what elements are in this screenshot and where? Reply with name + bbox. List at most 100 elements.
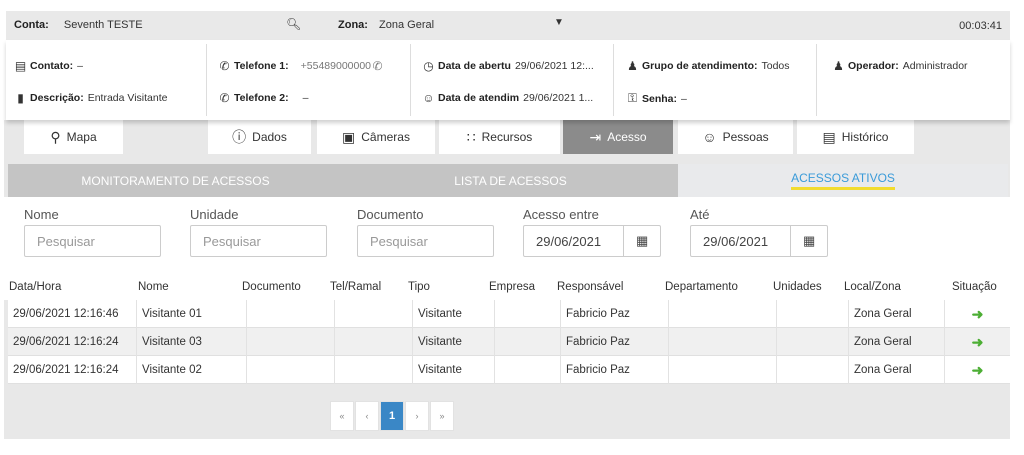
cell-documento bbox=[247, 328, 335, 356]
table-row[interactable]: 29/06/2021 12:16:24 Visitante 03 Visitan… bbox=[8, 328, 1010, 356]
timer: 00:03:41 bbox=[959, 20, 1002, 32]
zone-selector[interactable]: Zona: Zona Geral bbox=[338, 19, 434, 31]
table-header: Data/Hora Nome Documento Tel/Ramal Tipo … bbox=[4, 277, 1010, 300]
tab-label: Recursos bbox=[481, 130, 533, 144]
operador-field: ♟ Operador: Administrador bbox=[832, 59, 968, 73]
tab-mapa[interactable]: ⚲ Mapa bbox=[24, 120, 123, 154]
cell-local: Zona Geral bbox=[849, 356, 945, 384]
cell-documento bbox=[247, 356, 335, 384]
operador-label: Operador: bbox=[848, 60, 899, 72]
divider bbox=[613, 44, 614, 116]
first-page-button[interactable]: « bbox=[330, 401, 354, 431]
cell-unidades bbox=[777, 356, 849, 384]
contato-label: Contato: bbox=[30, 60, 74, 72]
zone-label: Zona: bbox=[338, 19, 368, 31]
grupo-field: ♟ Grupo de atendimento: Todos bbox=[626, 59, 790, 73]
user-icon: ♟ bbox=[833, 59, 844, 73]
documento-input[interactable]: Pesquisar bbox=[357, 225, 494, 257]
cell-departamento bbox=[669, 356, 777, 384]
table-row[interactable]: 29/06/2021 12:16:24 Visitante 02 Visitan… bbox=[8, 356, 1010, 384]
column-header[interactable]: Data/Hora bbox=[9, 281, 61, 293]
document-icon: ▮ bbox=[17, 91, 24, 105]
ate-date[interactable]: 29/06/2021 ▦ bbox=[690, 225, 828, 257]
users-icon: ♟ bbox=[627, 59, 638, 73]
subtabs: MONITORAMENTO DE ACESSOS LISTA DE ACESSO… bbox=[8, 164, 1008, 197]
tab-cameras[interactable]: ▣ Câmeras bbox=[317, 120, 435, 154]
cell-datahora: 29/06/2021 12:16:24 bbox=[8, 328, 137, 356]
grupo-label: Grupo de atendimento: bbox=[642, 60, 758, 72]
prev-page-button[interactable]: ‹ bbox=[355, 401, 379, 431]
subtab-ativos[interactable]: ACESSOS ATIVOS bbox=[678, 164, 1008, 197]
column-header[interactable]: Tipo bbox=[408, 281, 430, 293]
senha-field: ⚿ Senha: – bbox=[626, 91, 687, 106]
subtab-label: MONITORAMENTO DE ACESSOS bbox=[81, 173, 270, 188]
sign-in-icon[interactable]: ➜ bbox=[945, 328, 1010, 356]
divider bbox=[410, 44, 411, 116]
column-header[interactable]: Departamento bbox=[665, 281, 738, 293]
cell-nome: Visitante 01 bbox=[137, 300, 247, 328]
cell-empresa bbox=[495, 356, 561, 384]
column-header[interactable]: Nome bbox=[138, 281, 169, 293]
acesso-entre-date[interactable]: 29/06/2021 ▦ bbox=[523, 225, 661, 257]
cell-tipo: Visitante bbox=[413, 300, 495, 328]
column-header[interactable]: Situação bbox=[952, 281, 997, 293]
tab-label: Acesso bbox=[607, 130, 647, 144]
descricao-field: ▮ Descrição: Entrada Visitante bbox=[14, 91, 167, 105]
event-info-panel: ▤ Contato: – ▮ Descrição: Entrada Visita… bbox=[6, 40, 1010, 120]
descricao-label: Descrição: bbox=[30, 92, 84, 104]
telefone2-value: – bbox=[302, 92, 309, 104]
account-selector[interactable]: Conta: Seventh TESTE bbox=[14, 19, 143, 31]
cell-unidades bbox=[777, 328, 849, 356]
operador-value: Administrador bbox=[902, 60, 968, 72]
subtab-monitoramento[interactable]: MONITORAMENTO DE ACESSOS bbox=[8, 164, 343, 197]
column-header[interactable]: Empresa bbox=[489, 281, 535, 293]
info-icon: ⓘ bbox=[232, 129, 247, 145]
last-page-button[interactable]: » bbox=[430, 401, 454, 431]
sign-in-icon[interactable]: ➜ bbox=[945, 356, 1010, 384]
senha-label: Senha: bbox=[642, 92, 678, 105]
telefone1-field: ✆ Telefone 1: +55489000000 ✆ bbox=[218, 59, 384, 73]
subtab-lista[interactable]: LISTA DE ACESSOS bbox=[343, 164, 678, 197]
current-page-button[interactable]: 1 bbox=[380, 401, 404, 431]
telefone2-field: ✆ Telefone 2: – bbox=[218, 91, 309, 105]
cell-empresa bbox=[495, 300, 561, 328]
tab-historico[interactable]: ▤ Histórico bbox=[797, 120, 914, 154]
key-icon: ⚿ bbox=[627, 91, 638, 105]
tab-label: Pessoas bbox=[722, 130, 769, 144]
tab-label: Mapa bbox=[66, 130, 97, 144]
phone-icon: ✆ bbox=[219, 91, 230, 105]
table-row[interactable]: 29/06/2021 12:16:46 Visitante 01 Visitan… bbox=[8, 300, 1010, 328]
grid-icon: ∷ bbox=[466, 128, 476, 145]
data-abertura-field: ◷ Data de abertu 29/06/2021 12:... bbox=[422, 59, 594, 73]
tab-acesso[interactable]: ⇥ Acesso bbox=[563, 120, 673, 154]
contato-value: – bbox=[77, 60, 83, 72]
column-header[interactable]: Documento bbox=[242, 281, 301, 293]
sign-in-icon: ⇥ bbox=[589, 128, 602, 145]
divider bbox=[816, 44, 817, 116]
call-icon[interactable]: ✆ bbox=[371, 59, 384, 73]
calendar-icon[interactable]: ▦ bbox=[624, 233, 660, 249]
tab-recursos[interactable]: ∷ Recursos bbox=[439, 120, 560, 154]
unidade-label: Unidade bbox=[190, 207, 239, 222]
grupo-value: Todos bbox=[761, 60, 790, 72]
caret-down-icon[interactable]: ▼ bbox=[554, 17, 564, 28]
contato-field: ▤ Contato: – bbox=[14, 59, 83, 73]
column-header[interactable]: Responsável bbox=[557, 281, 623, 293]
column-header[interactable]: Local/Zona bbox=[844, 281, 901, 293]
unidade-input[interactable]: Pesquisar bbox=[190, 225, 327, 257]
date-value: 29/06/2021 bbox=[691, 226, 792, 256]
nome-input[interactable]: Pesquisar bbox=[24, 225, 161, 257]
tab-dados[interactable]: ⓘ Dados bbox=[208, 120, 311, 154]
subtab-label: ACESSOS ATIVOS bbox=[791, 171, 895, 190]
cell-departamento bbox=[669, 300, 777, 328]
calendar-icon[interactable]: ▦ bbox=[791, 233, 827, 249]
divider bbox=[206, 44, 207, 116]
next-page-button[interactable]: › bbox=[405, 401, 429, 431]
data-abertura-label: Data de abertu bbox=[438, 60, 511, 72]
cell-tel bbox=[335, 356, 413, 384]
column-header[interactable]: Tel/Ramal bbox=[330, 281, 381, 293]
sign-in-icon[interactable]: ➜ bbox=[945, 300, 1010, 328]
tab-pessoas[interactable]: ☺ Pessoas bbox=[678, 120, 793, 154]
search-icon[interactable]: 🔍︎ bbox=[286, 17, 301, 31]
column-header[interactable]: Unidades bbox=[773, 281, 822, 293]
